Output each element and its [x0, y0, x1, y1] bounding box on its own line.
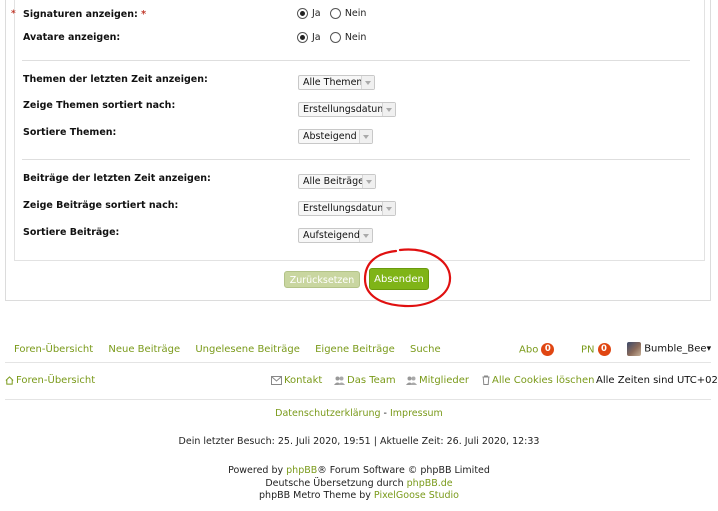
- chevron-down-icon: [361, 76, 374, 89]
- abo-link[interactable]: Abo 0: [519, 343, 555, 356]
- required-marker: *: [11, 9, 16, 19]
- topics-sort-dir-select[interactable]: Absteigend: [298, 129, 373, 144]
- topics-sort-by-select[interactable]: Erstellungsdatum: [298, 102, 396, 117]
- avatars-label: Avatare anzeigen:: [23, 32, 121, 43]
- posts-sort-by-label: Zeige Beiträge sortiert nach:: [23, 200, 179, 211]
- topics-recent-label: Themen der letzten Zeit anzeigen:: [23, 74, 208, 85]
- signatures-yes-radio[interactable]: [297, 8, 308, 19]
- privacy-link[interactable]: Datenschutzerklärung: [275, 408, 380, 419]
- posts-sort-dir-label: Sortiere Beiträge:: [23, 227, 120, 238]
- nav-own-posts[interactable]: Eigene Beiträge: [315, 344, 395, 355]
- nav-forum-index[interactable]: Foren-Übersicht: [14, 344, 93, 355]
- home-icon: [5, 375, 14, 385]
- divider: [5, 399, 711, 400]
- signatures-yes-label: Ja: [312, 8, 321, 19]
- posts-sort-by-value: Erstellungsdatum: [303, 203, 387, 214]
- avatars-no-radio[interactable]: [329, 32, 341, 43]
- user-menu[interactable]: Bumble_Bee▾: [627, 342, 711, 356]
- envelope-icon: [271, 375, 282, 385]
- powered-by-suffix: ® Forum Software © phpBB Limited: [317, 465, 490, 476]
- chevron-down-icon: [362, 175, 375, 188]
- divider: [22, 159, 690, 160]
- powered-by-prefix: Powered by: [228, 465, 287, 476]
- signatures-label: Signaturen anzeigen: *: [23, 9, 147, 20]
- chevron-down-icon: [382, 103, 395, 116]
- contact-label: Kontakt: [284, 375, 323, 386]
- divider: [5, 362, 711, 363]
- posts-sort-dir-value: Aufsteigend: [303, 230, 360, 241]
- avatar: [627, 342, 641, 356]
- avatars-no-label: Nein: [344, 32, 367, 43]
- chevron-down-icon: [359, 229, 372, 242]
- members-link[interactable]: Mitglieder: [406, 375, 469, 386]
- avatars-yes-radio[interactable]: [297, 32, 308, 43]
- topics-sort-by-label: Zeige Themen sortiert nach:: [23, 100, 176, 111]
- chevron-down-icon: [382, 202, 395, 215]
- imprint-link[interactable]: Impressum: [390, 408, 443, 419]
- abo-label: Abo: [519, 344, 539, 356]
- team-link[interactable]: Das Team: [334, 375, 396, 386]
- nav-unread-posts[interactable]: Ungelesene Beiträge: [195, 344, 300, 355]
- abo-badge: 0: [541, 343, 555, 356]
- posts-recent-value: Alle Beiträge: [303, 176, 364, 187]
- topics-recent-select[interactable]: Alle Themen: [298, 75, 375, 90]
- posts-recent-label: Beiträge der letzten Zeit anzeigen:: [23, 173, 211, 184]
- group-icon: [406, 376, 417, 385]
- timezone-info: Alle Zeiten sind UTC+02:00: [596, 375, 718, 386]
- separator: -: [380, 408, 390, 419]
- theme-credit: phpBB Metro Theme by PixelGoose Studio: [0, 490, 718, 501]
- topics-sort-dir-value: Absteigend: [303, 131, 357, 142]
- delete-cookies-link[interactable]: Alle Cookies löschen: [482, 375, 595, 386]
- nav-new-posts[interactable]: Neue Beiträge: [108, 344, 180, 355]
- nav-search[interactable]: Suche: [410, 344, 441, 355]
- signatures-no-radio[interactable]: [329, 8, 341, 19]
- members-label: Mitglieder: [419, 375, 469, 386]
- pn-badge: 0: [597, 343, 611, 356]
- powered-by: Powered by phpBB® Forum Software © phpBB…: [0, 465, 718, 476]
- chevron-down-icon: ▾: [706, 344, 712, 354]
- phpbb-de-link[interactable]: phpBB.de: [407, 478, 453, 489]
- pixelgoose-link[interactable]: PixelGoose Studio: [374, 490, 459, 501]
- divider: [22, 60, 690, 61]
- translation-prefix: Deutsche Übersetzung durch: [265, 478, 407, 489]
- delete-cookies-label: Alle Cookies löschen: [492, 375, 595, 386]
- pn-link[interactable]: PN 0: [581, 343, 611, 356]
- reset-button[interactable]: Zurücksetzen: [284, 271, 360, 288]
- contact-link[interactable]: Kontakt: [271, 375, 322, 386]
- trash-icon: [482, 375, 490, 385]
- topics-sort-dir-label: Sortiere Themen:: [23, 127, 117, 138]
- topics-sort-by-value: Erstellungsdatum: [303, 104, 387, 115]
- pn-label: PN: [581, 344, 595, 356]
- phpbb-link[interactable]: phpBB: [286, 465, 317, 476]
- group-icon: [334, 376, 345, 385]
- posts-sort-dir-select[interactable]: Aufsteigend: [298, 228, 373, 243]
- footer-home-label: Foren-Übersicht: [16, 375, 96, 386]
- avatars-radio-group: Ja Nein: [297, 32, 372, 44]
- legal-links: Datenschutzerklärung - Impressum: [0, 408, 718, 419]
- main-navbar: Foren-Übersicht Neue Beiträge Ungelesene…: [14, 344, 441, 355]
- username: Bumble_Bee: [644, 343, 707, 355]
- signatures-radio-group: Ja Nein: [297, 8, 372, 20]
- translation-credit: Deutsche Übersetzung durch phpBB.de: [0, 478, 718, 489]
- footer-home-link[interactable]: Foren-Übersicht: [5, 375, 95, 386]
- annotation-circle: [363, 248, 452, 308]
- avatars-yes-label: Ja: [312, 32, 321, 43]
- posts-recent-select[interactable]: Alle Beiträge: [298, 174, 376, 189]
- visit-info: Dein letzter Besuch: 25. Juli 2020, 19:5…: [178, 436, 540, 447]
- chevron-down-icon: [359, 130, 372, 143]
- topics-recent-value: Alle Themen: [303, 77, 363, 88]
- theme-prefix: phpBB Metro Theme by: [259, 490, 374, 501]
- posts-sort-by-select[interactable]: Erstellungsdatum: [298, 201, 396, 216]
- team-label: Das Team: [347, 375, 396, 386]
- signatures-no-label: Nein: [344, 8, 367, 19]
